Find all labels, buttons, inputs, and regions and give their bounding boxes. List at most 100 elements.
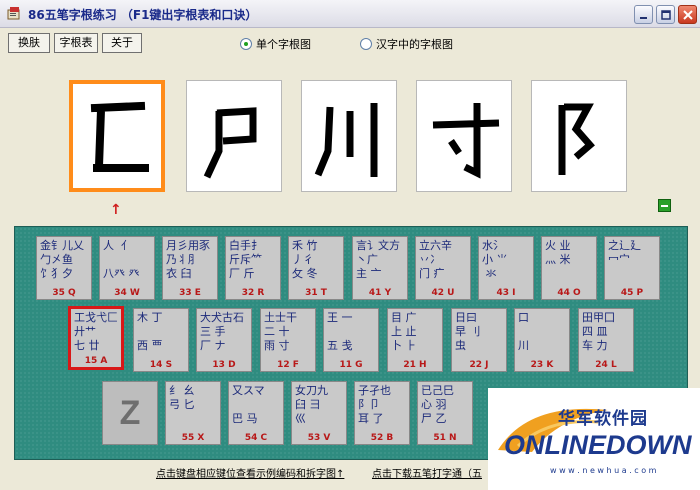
key-label: 34 W — [114, 288, 140, 298]
key-p[interactable]: 之辶廴 冖宀 45 P — [604, 236, 660, 300]
key-roots: 立六辛 丷冫 门 疒 — [419, 239, 452, 280]
radio-unselected-icon — [360, 38, 372, 50]
key-label: 33 E — [179, 288, 201, 298]
key-w[interactable]: 人 亻 八癶 癶 34 W — [99, 236, 155, 300]
key-v[interactable]: 女刀九 臼 彐 巛 53 V — [291, 381, 347, 445]
key-roots: 田甲囗 四 皿 车 力 — [582, 311, 615, 352]
glyph-card-1[interactable] — [69, 80, 165, 192]
key-label: 53 V — [307, 433, 331, 443]
key-roots: 土士干 二 十 雨 寸 — [264, 311, 297, 352]
key-label: 21 H — [403, 360, 427, 370]
close-icon — [683, 10, 693, 20]
download-link[interactable]: 点击下载五笔打字通（五 — [372, 465, 482, 480]
key-e[interactable]: 月彡用豕 乃丬⺼ 衣 臼 33 E — [162, 236, 218, 300]
key-roots: 口 川 — [518, 311, 529, 352]
close-button[interactable] — [678, 5, 697, 24]
key-roots: 木 丁 西 覀 — [137, 311, 163, 352]
minimize-button[interactable] — [634, 5, 653, 24]
selection-arrow: ↑ — [110, 202, 122, 218]
key-roots: 又スマ 巴 马 — [232, 384, 265, 425]
key-t[interactable]: 禾 竹 丿彳 攵 冬 31 T — [288, 236, 344, 300]
watermark-cn: 华军软件园 — [558, 409, 648, 429]
about-button[interactable]: 关于 — [102, 33, 142, 53]
key-roots: 已己巳 心 羽 尸 乙 — [421, 384, 454, 425]
key-label: 35 Q — [52, 288, 76, 298]
radio-selected-icon — [240, 38, 252, 50]
key-j[interactable]: 日曰 早 刂 虫 22 J — [451, 308, 507, 372]
key-h[interactable]: 目 广 上 止 卜 ⺊ 21 H — [387, 308, 443, 372]
root-glyph-image — [314, 103, 378, 177]
watermark-url: w w w . n e w h u a . c o m — [550, 466, 657, 475]
key-g[interactable]: 王 一 五 戋 11 G — [323, 308, 379, 372]
key-label: 24 L — [595, 360, 617, 370]
key-y[interactable]: 言讠文方 丶广 主 亠 41 Y — [352, 236, 408, 300]
glyph-card-3[interactable] — [301, 80, 397, 192]
key-label: 43 I — [496, 288, 516, 298]
key-b[interactable]: 子孑也 阝卩 耳 了 52 B — [354, 381, 410, 445]
key-roots: 禾 竹 丿彳 攵 冬 — [292, 239, 318, 280]
root-glyph-image — [203, 107, 257, 179]
table-button[interactable]: 字根表 — [54, 33, 98, 53]
key-label: 52 B — [370, 433, 394, 443]
title-bar: 86五笔字根练习 （F1键出字根表和口诀） — [0, 0, 700, 28]
key-label: 54 C — [244, 433, 268, 443]
collapse-button[interactable] — [658, 199, 671, 212]
window-title: 86五笔字根练习 （F1键出字根表和口诀） — [28, 8, 258, 22]
maximize-icon — [661, 10, 671, 20]
key-roots: 女刀九 臼 彐 巛 — [295, 384, 328, 425]
watermark-brand: ONLINEDOWN — [504, 430, 692, 460]
root-glyph-image — [90, 101, 149, 172]
key-label: 45 P — [620, 288, 644, 298]
key-o[interactable]: 火 业 灬 米 44 O — [541, 236, 597, 300]
key-label: 41 Y — [368, 288, 392, 298]
glyph-card-4[interactable] — [416, 80, 512, 192]
key-roots: 纟 幺 弓 匕 — [169, 384, 195, 411]
key-roots: 目 广 上 止 卜 ⺊ — [391, 311, 417, 352]
radio-single-root[interactable]: 单个字根图 — [240, 36, 311, 52]
root-glyph-image — [558, 103, 595, 175]
key-roots: 日曰 早 刂 虫 — [455, 311, 481, 352]
key-label: 51 N — [433, 433, 457, 443]
key-roots: 月彡用豕 乃丬⺼ 衣 臼 — [166, 239, 210, 280]
key-i[interactable]: 水氵 小 ⺌ 氺 43 I — [478, 236, 534, 300]
key-label: 13 D — [212, 360, 236, 370]
watermark: 华军软件园 ONLINEDOWN w w w . n e w h u a . c… — [488, 388, 700, 490]
key-u[interactable]: 立六辛 丷冫 门 疒 42 U — [415, 236, 471, 300]
key-label: 15 A — [84, 356, 108, 366]
radio-roots-in-chars[interactable]: 汉字中的字根图 — [360, 36, 453, 52]
key-roots: 人 亻 八癶 癶 — [103, 239, 140, 280]
key-label: 32 R — [241, 288, 265, 298]
key-roots: 水氵 小 ⺌ 氺 — [482, 239, 508, 280]
key-roots: 工戈弋匚 廾艹 七 廿 — [74, 311, 118, 352]
key-r[interactable]: 白手扌 斤斥⺮ 厂 斤 32 R — [225, 236, 281, 300]
key-a[interactable]: 工戈弋匚 廾艹 七 廿 15 A — [68, 306, 124, 370]
key-d[interactable]: 大犬古石 三 手 厂 ナ 13 D — [196, 308, 252, 372]
key-k[interactable]: 口 川 23 K — [514, 308, 570, 372]
key-label: 44 O — [557, 288, 581, 298]
key-x[interactable]: 纟 幺 弓 匕 55 X — [165, 381, 221, 445]
key-roots: 大犬古石 三 手 厂 ナ — [200, 311, 244, 352]
key-roots: 子孑也 阝卩 耳 了 — [358, 384, 391, 425]
key-roots: 王 一 五 戋 — [327, 311, 353, 352]
key-roots: 白手扌 斤斥⺮ 厂 斤 — [229, 239, 262, 280]
key-z[interactable]: Z — [102, 381, 158, 445]
key-label: 55 X — [181, 433, 205, 443]
glyph-card-5[interactable] — [531, 80, 627, 192]
glyph-card-2[interactable] — [186, 80, 282, 192]
key-label: 11 G — [339, 360, 363, 370]
key-roots: 金钅儿乂 勹㐅鱼 饣犭夕 — [40, 239, 84, 280]
key-label: 31 T — [305, 288, 327, 298]
skin-button[interactable]: 换肤 — [8, 33, 50, 53]
maximize-button[interactable] — [656, 5, 675, 24]
radio-label: 单个字根图 — [256, 38, 311, 51]
key-s[interactable]: 木 丁 西 覀 14 S — [133, 308, 189, 372]
key-roots: 言讠文方 丶广 主 亠 — [356, 239, 400, 280]
key-f[interactable]: 土士干 二 十 雨 寸 12 F — [260, 308, 316, 372]
key-n[interactable]: 已己巳 心 羽 尸 乙 51 N — [417, 381, 473, 445]
key-l[interactable]: 田甲囗 四 皿 车 力 24 L — [578, 308, 634, 372]
key-label: 23 K — [530, 360, 554, 370]
key-c[interactable]: 又スマ 巴 马 54 C — [228, 381, 284, 445]
key-label: 14 S — [149, 360, 173, 370]
key-q[interactable]: 金钅儿乂 勹㐅鱼 饣犭夕 35 Q — [36, 236, 92, 300]
keyboard-hint-link[interactable]: 点击键盘相应键位查看示例编码和拆字图↑ — [156, 465, 344, 480]
